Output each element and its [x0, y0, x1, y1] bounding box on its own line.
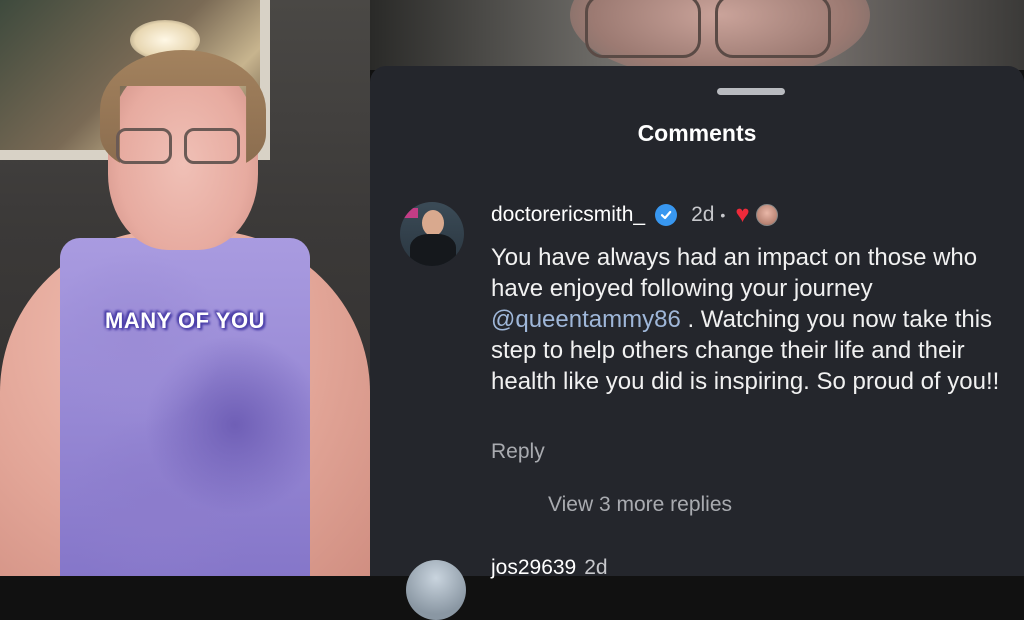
creator-liked-avatar	[755, 204, 778, 226]
sheet-drag-handle[interactable]	[717, 88, 785, 95]
video-caption: MANY OF YOU	[105, 308, 265, 333]
purple-dress	[60, 238, 310, 576]
next-comment-header: jos29639 2d	[491, 556, 608, 580]
reply-button[interactable]: Reply	[491, 440, 545, 464]
mention-link[interactable]: @queentammy86	[491, 306, 681, 333]
verified-badge-icon	[655, 204, 678, 226]
comment-header: doctorericsmith_ 2d • ♥	[491, 200, 778, 230]
video-backdrop	[370, 0, 1024, 70]
comments-sheet: Comments doctorericsmith_ 2d • ♥ You hav…	[370, 66, 1024, 620]
comment-text-part1: You have always had an impact on those w…	[491, 244, 978, 302]
video-frame[interactable]: MANY OF YOU	[0, 0, 370, 576]
comment-time: 2d	[691, 203, 715, 226]
comment-username[interactable]: doctorericsmith_	[491, 203, 645, 227]
heart-icon[interactable]: ♥	[735, 203, 749, 227]
commenter-avatar[interactable]	[400, 202, 464, 266]
separator-dot: •	[720, 207, 726, 223]
sheet-title: Comments	[637, 120, 757, 146]
glasses	[116, 128, 240, 164]
next-commenter-avatar[interactable]	[406, 560, 466, 620]
view-more-replies-button[interactable]: View 3 more replies	[548, 493, 732, 517]
comment-text: You have always had an impact on those w…	[491, 242, 1021, 397]
